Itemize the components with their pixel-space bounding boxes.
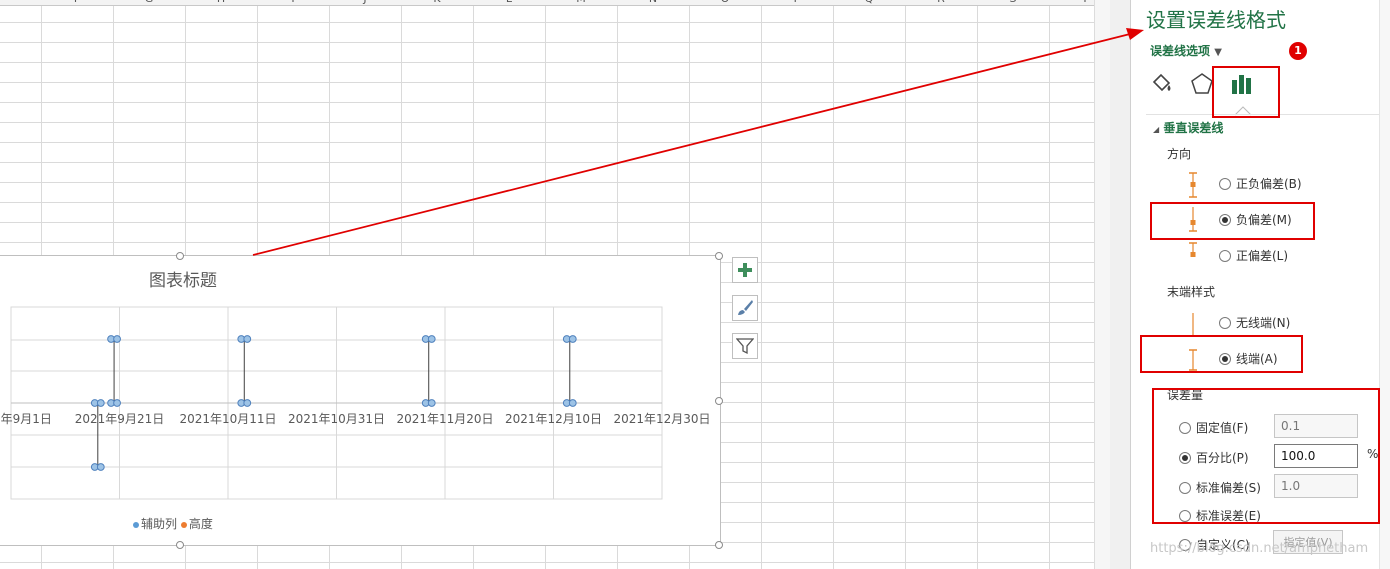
column-header-q[interactable]: Q — [833, 0, 905, 5]
x-tick-label: 2021年12月10日 — [505, 412, 602, 426]
x-tick-label: 2021年9月21日 — [75, 412, 164, 426]
column-header-h[interactable]: H — [185, 0, 257, 5]
radio-both-direction-label: 正负偏差(B) — [1236, 177, 1302, 191]
data-point-marker[interactable] — [568, 399, 577, 407]
chart-legend[interactable]: 辅助列 高度 — [133, 515, 213, 532]
x-tick-label: 2021年11月20日 — [396, 412, 493, 426]
both-error-icon — [1189, 172, 1197, 198]
legend-marker-aux — [133, 521, 139, 528]
data-point-marker[interactable] — [243, 335, 252, 343]
chart-filters-button[interactable] — [732, 333, 758, 359]
chart-plot[interactable]: 2021年9月1日 2021年9月21日 2021年10月11日 2021年10月31… — [0, 256, 720, 545]
radio-plus-direction-label: 正偏差(L) — [1236, 249, 1289, 263]
column-header-g[interactable]: G — [113, 0, 185, 5]
radio-plus-direction-circle[interactable] — [1219, 249, 1231, 262]
x-tick-label: 2021年9月1日 — [0, 412, 52, 426]
data-point-marker[interactable] — [243, 399, 252, 407]
chart-styles-button[interactable] — [732, 295, 758, 321]
column-header-n[interactable]: N — [617, 0, 689, 5]
column-header-j[interactable]: J — [329, 0, 401, 5]
x-tick-label: 2021年12月30日 — [613, 412, 710, 426]
filter-icon — [736, 338, 754, 355]
brush-icon — [738, 300, 753, 315]
data-point-marker[interactable] — [427, 399, 436, 407]
data-point-marker[interactable] — [427, 335, 436, 343]
section-title: 垂直误差线 — [1163, 121, 1224, 135]
data-point-marker[interactable] — [96, 463, 105, 471]
legend-marker-height — [180, 521, 187, 528]
radio-no-cap-label: 无线端(N) — [1236, 316, 1291, 330]
radio-both-direction-circle[interactable] — [1219, 177, 1231, 190]
column-header-o[interactable]: O — [689, 0, 761, 5]
pane-scrollbar[interactable] — [1379, 0, 1390, 569]
radio-no-cap-circle[interactable] — [1219, 316, 1231, 329]
resize-handle-top-right[interactable] — [715, 252, 723, 260]
data-point-marker[interactable] — [113, 335, 121, 343]
column-header-s[interactable]: S — [977, 0, 1049, 5]
data-point-marker[interactable] — [113, 399, 121, 407]
annotation-box-minus — [1150, 202, 1315, 240]
legend-label-height: 高度 — [188, 517, 213, 531]
legend-item-height[interactable]: 高度 — [180, 517, 213, 531]
plus-icon — [738, 263, 752, 277]
x-tick-label: 2021年10月11日 — [179, 412, 276, 426]
data-point-marker[interactable] — [96, 399, 105, 407]
data-point-marker[interactable] — [568, 335, 577, 343]
radio-plus-direction[interactable]: 正偏差(L) — [1219, 247, 1288, 264]
column-header-p[interactable]: P — [761, 0, 833, 5]
direction-label: 方向 — [1167, 147, 1192, 161]
tab-fill-line[interactable] — [1147, 70, 1177, 98]
column-header-k[interactable]: K — [401, 0, 473, 5]
radio-no-cap[interactable]: 无线端(N) — [1219, 314, 1290, 331]
resize-handle-right[interactable] — [715, 397, 723, 405]
resize-handle-bottom[interactable] — [176, 541, 184, 549]
annotation-box-tab — [1212, 66, 1280, 118]
legend-label-aux: 辅助列 — [141, 517, 178, 531]
section-vertical-error-bar[interactable]: ◢ 垂直误差线 — [1153, 119, 1223, 136]
fill-bucket-icon — [1152, 73, 1171, 92]
plus-error-icon — [1189, 242, 1197, 257]
end-style-label: 末端样式 — [1167, 285, 1216, 299]
resize-handle-top[interactable] — [176, 252, 184, 260]
chart-elements-button[interactable] — [732, 257, 758, 283]
legend-item-aux[interactable]: 辅助列 — [133, 517, 177, 531]
pane-splitter[interactable] — [1110, 0, 1130, 569]
resize-handle-bottom-right[interactable] — [715, 541, 723, 549]
error-bar-options-dropdown[interactable]: 误差线选项 ▼ — [1150, 42, 1222, 59]
column-header-f[interactable]: F — [41, 0, 113, 5]
pane-subtitle: 误差线选项 — [1150, 44, 1211, 58]
column-header-m[interactable]: M — [545, 0, 617, 5]
chart-container[interactable]: 图表标题 2021年9月1日2021年9月21日2021年10月11日2021年… — [0, 252, 723, 549]
column-header-i[interactable]: I — [257, 0, 329, 5]
radio-both-direction[interactable]: 正负偏差(B) — [1219, 175, 1302, 192]
column-header-bar: FGHIJKLMNOPQRST — [0, 0, 1110, 6]
column-header-l[interactable]: L — [473, 0, 545, 5]
x-tick-label: 2021年10月31日 — [288, 412, 385, 426]
sheet-vertical-scrollbar[interactable] — [1094, 0, 1111, 569]
pane-title: 设置误差线格式 — [1146, 8, 1286, 32]
watermark: https://blog.csdn.net/amphetham — [1150, 541, 1369, 556]
pentagon-icon — [1191, 73, 1213, 94]
annotation-box-amount — [1152, 388, 1380, 524]
column-header-r[interactable]: R — [905, 0, 977, 5]
annotation-badge: 1 — [1289, 42, 1307, 60]
annotation-box-cap — [1140, 335, 1303, 373]
chevron-down-icon: ▼ — [1214, 47, 1222, 58]
collapse-triangle-icon: ◢ — [1153, 125, 1160, 134]
